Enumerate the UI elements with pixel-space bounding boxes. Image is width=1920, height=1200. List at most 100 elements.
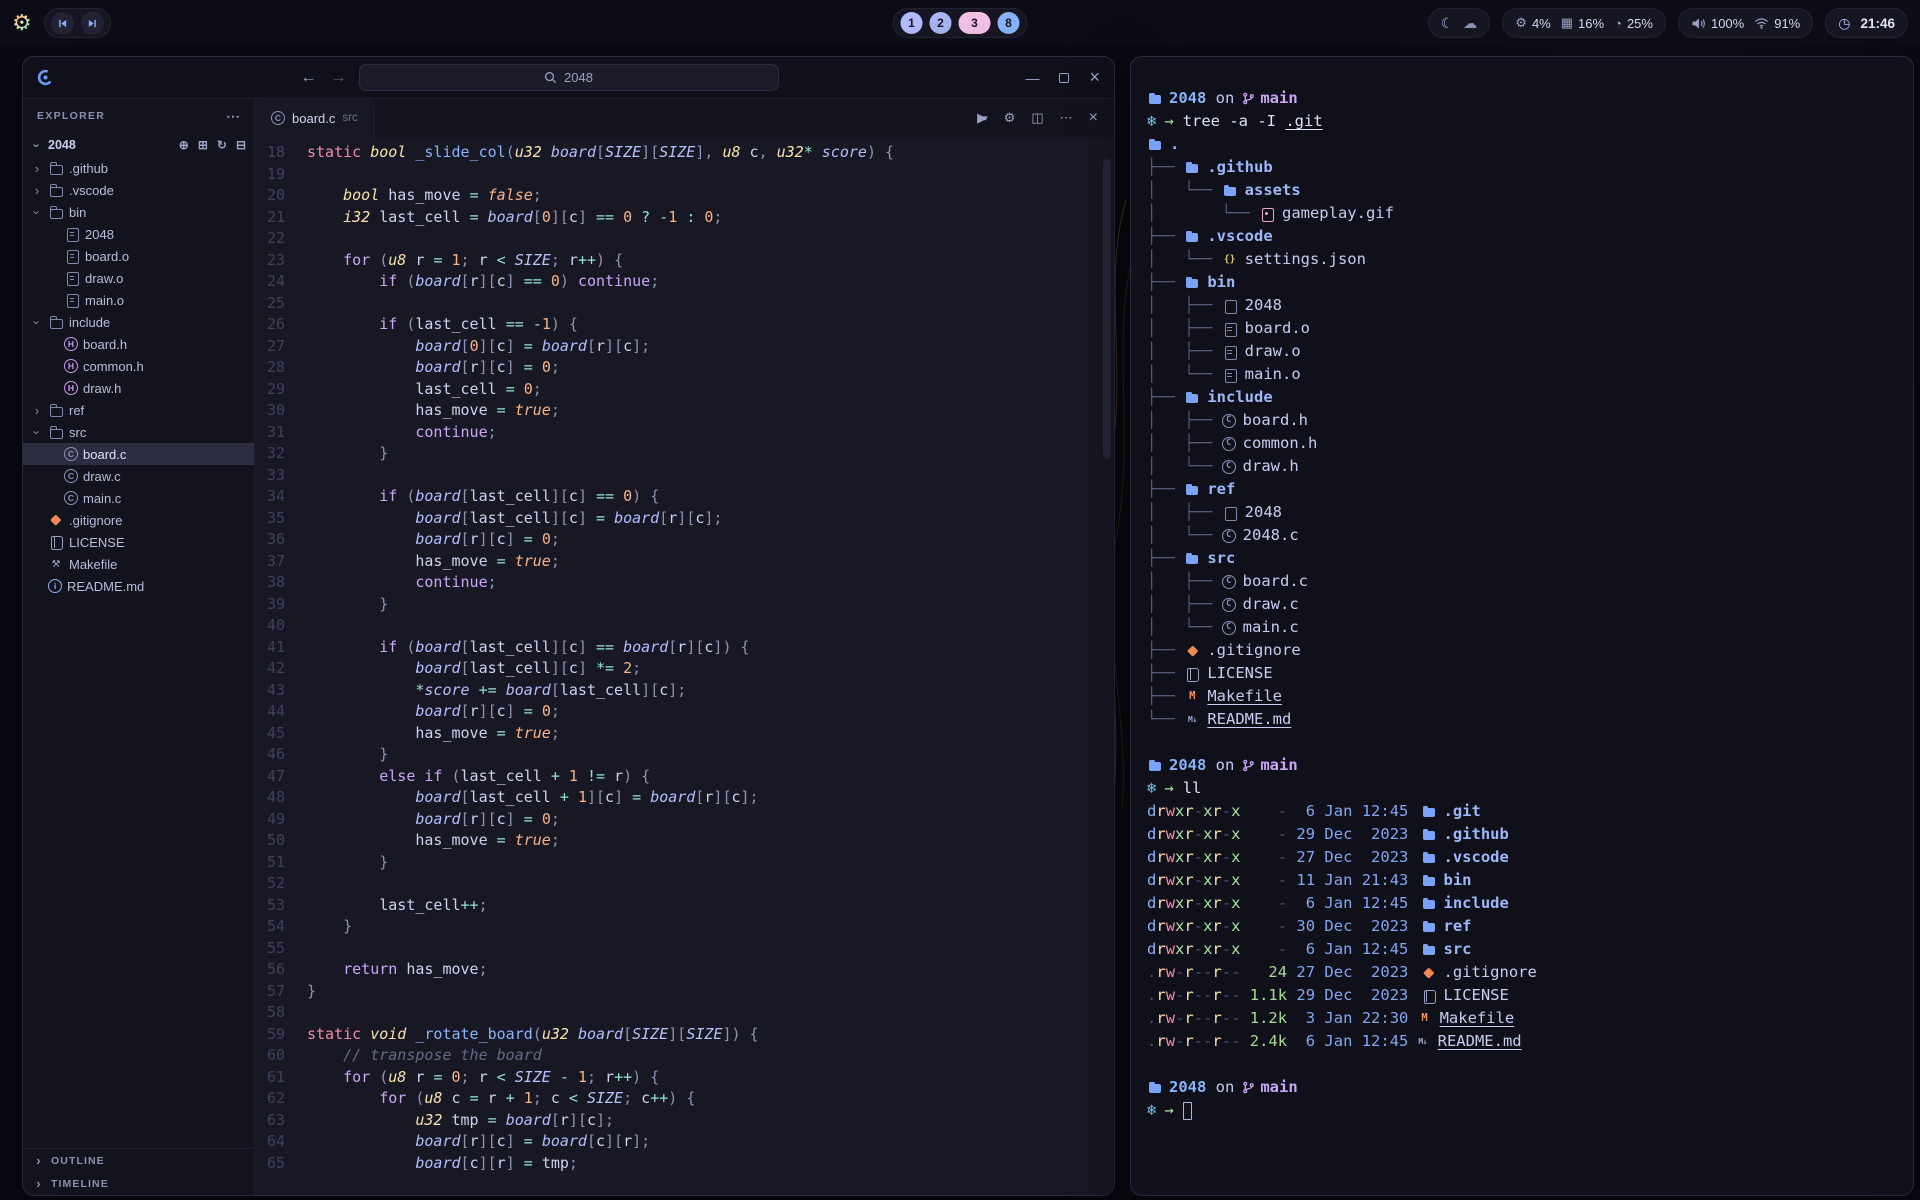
code-line[interactable]: 37 has_move = true; bbox=[255, 551, 1114, 573]
code-line[interactable]: 61 for (u8 r = 0; r < SIZE - 1; r++) { bbox=[255, 1067, 1114, 1089]
code-line[interactable]: 18static bool _slide_col(u32 board[SIZE]… bbox=[255, 142, 1114, 164]
back-button[interactable]: ← bbox=[301, 69, 317, 87]
explorer-item-.github[interactable]: ›.github bbox=[23, 157, 254, 179]
explorer-item-main.c[interactable]: Cmain.c bbox=[23, 487, 254, 509]
code-line[interactable]: 21 i32 last_cell = board[0][c] == 0 ? -1… bbox=[255, 207, 1114, 229]
explorer-more-icon[interactable]: ⋯ bbox=[226, 108, 240, 125]
code-line[interactable]: 32 } bbox=[255, 443, 1114, 465]
explorer-item-LICENSE[interactable]: LICENSE bbox=[23, 531, 254, 553]
code-line[interactable]: 26 if (last_cell == -1) { bbox=[255, 314, 1114, 336]
explorer-item-draw.h[interactable]: Hdraw.h bbox=[23, 377, 254, 399]
code-line[interactable]: 59static void _rotate_board(u32 board[SI… bbox=[255, 1024, 1114, 1046]
code-line[interactable]: 54 } bbox=[255, 916, 1114, 938]
code-line[interactable]: 46 } bbox=[255, 744, 1114, 766]
explorer-item-common.h[interactable]: Hcommon.h bbox=[23, 355, 254, 377]
explorer-item-bin[interactable]: ›bin bbox=[23, 201, 254, 223]
code-line[interactable]: 39 } bbox=[255, 594, 1114, 616]
explorer-item-ref[interactable]: ›ref bbox=[23, 399, 254, 421]
more-actions-icon[interactable]: ⋯ bbox=[1060, 110, 1073, 126]
code-line[interactable]: 22 bbox=[255, 228, 1114, 250]
code-line[interactable]: 31 continue; bbox=[255, 422, 1114, 444]
system-stats-widget[interactable]: ⚙ 4% ▦ 16% ◔ 25% bbox=[1502, 8, 1666, 38]
code-area[interactable]: 18static bool _slide_col(u32 board[SIZE]… bbox=[255, 137, 1114, 1195]
code-line[interactable]: 64 board[r][c] = board[c][r]; bbox=[255, 1131, 1114, 1153]
minimize-button[interactable]: — bbox=[1025, 70, 1039, 86]
new-folder-icon[interactable]: ⊞ bbox=[198, 138, 208, 152]
maximize-button[interactable] bbox=[1059, 73, 1069, 83]
explorer-item-include[interactable]: ›include bbox=[23, 311, 254, 333]
close-editor-icon[interactable]: × bbox=[1089, 109, 1098, 127]
code-line[interactable]: 33 bbox=[255, 465, 1114, 487]
terminal-window[interactable]: 2048 onmain❄→tree -a -I .git.├── .github… bbox=[1130, 56, 1914, 1196]
explorer-item-draw.o[interactable]: draw.o bbox=[23, 267, 254, 289]
explorer-item-board.o[interactable]: board.o bbox=[23, 245, 254, 267]
collapse-all-icon[interactable]: ⊟ bbox=[236, 138, 246, 152]
workspace-1[interactable]: 1 bbox=[901, 12, 923, 34]
code-line[interactable]: 56 return has_move; bbox=[255, 959, 1114, 981]
forward-button[interactable]: → bbox=[331, 69, 347, 87]
code-line[interactable]: 43 *score += board[last_cell][c]; bbox=[255, 680, 1114, 702]
code-line[interactable]: 51 } bbox=[255, 852, 1114, 874]
code-line[interactable]: 20 bool has_move = false; bbox=[255, 185, 1114, 207]
code-line[interactable]: 36 board[r][c] = 0; bbox=[255, 529, 1114, 551]
code-line[interactable]: 27 board[0][c] = board[r][c]; bbox=[255, 336, 1114, 358]
code-line[interactable]: 24 if (board[r][c] == 0) continue; bbox=[255, 271, 1114, 293]
tab-board-c[interactable]: C board.c src bbox=[255, 99, 375, 137]
explorer-item-.gitignore[interactable]: .gitignore bbox=[23, 509, 254, 531]
titlebar-search[interactable]: 2048 bbox=[359, 64, 779, 91]
workspace-2[interactable]: 2 bbox=[930, 12, 952, 34]
code-line[interactable]: 42 board[last_cell][c] *= 2; bbox=[255, 658, 1114, 680]
outline-section[interactable]: › OUTLINE bbox=[23, 1149, 254, 1172]
code-line[interactable]: 25 bbox=[255, 293, 1114, 315]
code-line[interactable]: 62 for (u8 c = r + 1; c < SIZE; c++) { bbox=[255, 1088, 1114, 1110]
code-line[interactable]: 41 if (board[last_cell][c] == board[r][c… bbox=[255, 637, 1114, 659]
project-row[interactable]: › 2048 ⊕ ⊞ ↻ ⊟ bbox=[23, 133, 254, 157]
code-line[interactable]: 44 board[r][c] = 0; bbox=[255, 701, 1114, 723]
explorer-item-Makefile[interactable]: ⚒Makefile bbox=[23, 553, 254, 575]
code-line[interactable]: 23 for (u8 r = 1; r < SIZE; r++) { bbox=[255, 250, 1114, 272]
code-line[interactable]: 55 bbox=[255, 938, 1114, 960]
code-line[interactable]: 30 has_move = true; bbox=[255, 400, 1114, 422]
explorer-item-draw.c[interactable]: Cdraw.c bbox=[23, 465, 254, 487]
explorer-item-.vscode[interactable]: ›.vscode bbox=[23, 179, 254, 201]
explorer-item-main.o[interactable]: main.o bbox=[23, 289, 254, 311]
code-line[interactable]: 57} bbox=[255, 981, 1114, 1003]
code-line[interactable]: 53 last_cell++; bbox=[255, 895, 1114, 917]
media-previous-button[interactable] bbox=[51, 12, 74, 35]
code-line[interactable]: 50 has_move = true; bbox=[255, 830, 1114, 852]
clock-widget[interactable]: ◷ 21:46 bbox=[1825, 8, 1908, 38]
code-line[interactable]: 28 board[r][c] = 0; bbox=[255, 357, 1114, 379]
explorer-item-src[interactable]: ›src bbox=[23, 421, 254, 443]
close-button[interactable]: × bbox=[1089, 67, 1100, 88]
vscode-window[interactable]: ← → 2048 — × EXPLORER ⋯ › 2048 ⊕ ⊞ bbox=[22, 56, 1115, 1196]
code-line[interactable]: 65 board[c][r] = tmp; bbox=[255, 1153, 1114, 1175]
split-editor-icon[interactable]: ◫ bbox=[1031, 110, 1043, 126]
workspace-3[interactable]: 3 bbox=[959, 12, 991, 34]
audio-network-widget[interactable]: 100% 91% bbox=[1678, 8, 1813, 38]
timeline-section[interactable]: › TIMELINE bbox=[23, 1172, 254, 1195]
launcher-gear-icon[interactable]: ⚙ bbox=[12, 12, 32, 34]
refresh-icon[interactable]: ↻ bbox=[217, 138, 227, 152]
run-button[interactable]: ▶ ▾ bbox=[977, 110, 988, 126]
code-line[interactable]: 58 bbox=[255, 1002, 1114, 1024]
weather-widget[interactable]: ☾ ☁ bbox=[1428, 8, 1491, 38]
code-line[interactable]: 63 u32 tmp = board[r][c]; bbox=[255, 1110, 1114, 1132]
explorer-item-README.md[interactable]: iREADME.md bbox=[23, 575, 254, 597]
code-line[interactable]: 47 else if (last_cell + 1 != r) { bbox=[255, 766, 1114, 788]
media-next-button[interactable] bbox=[81, 12, 104, 35]
terminal-cursor[interactable] bbox=[1183, 1102, 1192, 1120]
code-line[interactable]: 45 has_move = true; bbox=[255, 723, 1114, 745]
workspace-8[interactable]: 8 bbox=[998, 12, 1020, 34]
code-line[interactable]: 38 continue; bbox=[255, 572, 1114, 594]
code-line[interactable]: 52 bbox=[255, 873, 1114, 895]
code-line[interactable]: 48 board[last_cell + 1][c] = board[r][c]… bbox=[255, 787, 1114, 809]
explorer-item-board.h[interactable]: Hboard.h bbox=[23, 333, 254, 355]
vscode-titlebar[interactable]: ← → 2048 — × bbox=[23, 57, 1114, 99]
code-line[interactable]: 34 if (board[last_cell][c] == 0) { bbox=[255, 486, 1114, 508]
new-file-icon[interactable]: ⊕ bbox=[179, 138, 189, 152]
code-line[interactable]: 29 last_cell = 0; bbox=[255, 379, 1114, 401]
explorer-item-board.c[interactable]: Cboard.c bbox=[23, 443, 254, 465]
code-line[interactable]: 19 bbox=[255, 164, 1114, 186]
settings-gear-icon[interactable]: ⚙ bbox=[1004, 110, 1016, 126]
editor-scrollbar[interactable] bbox=[1103, 159, 1111, 459]
